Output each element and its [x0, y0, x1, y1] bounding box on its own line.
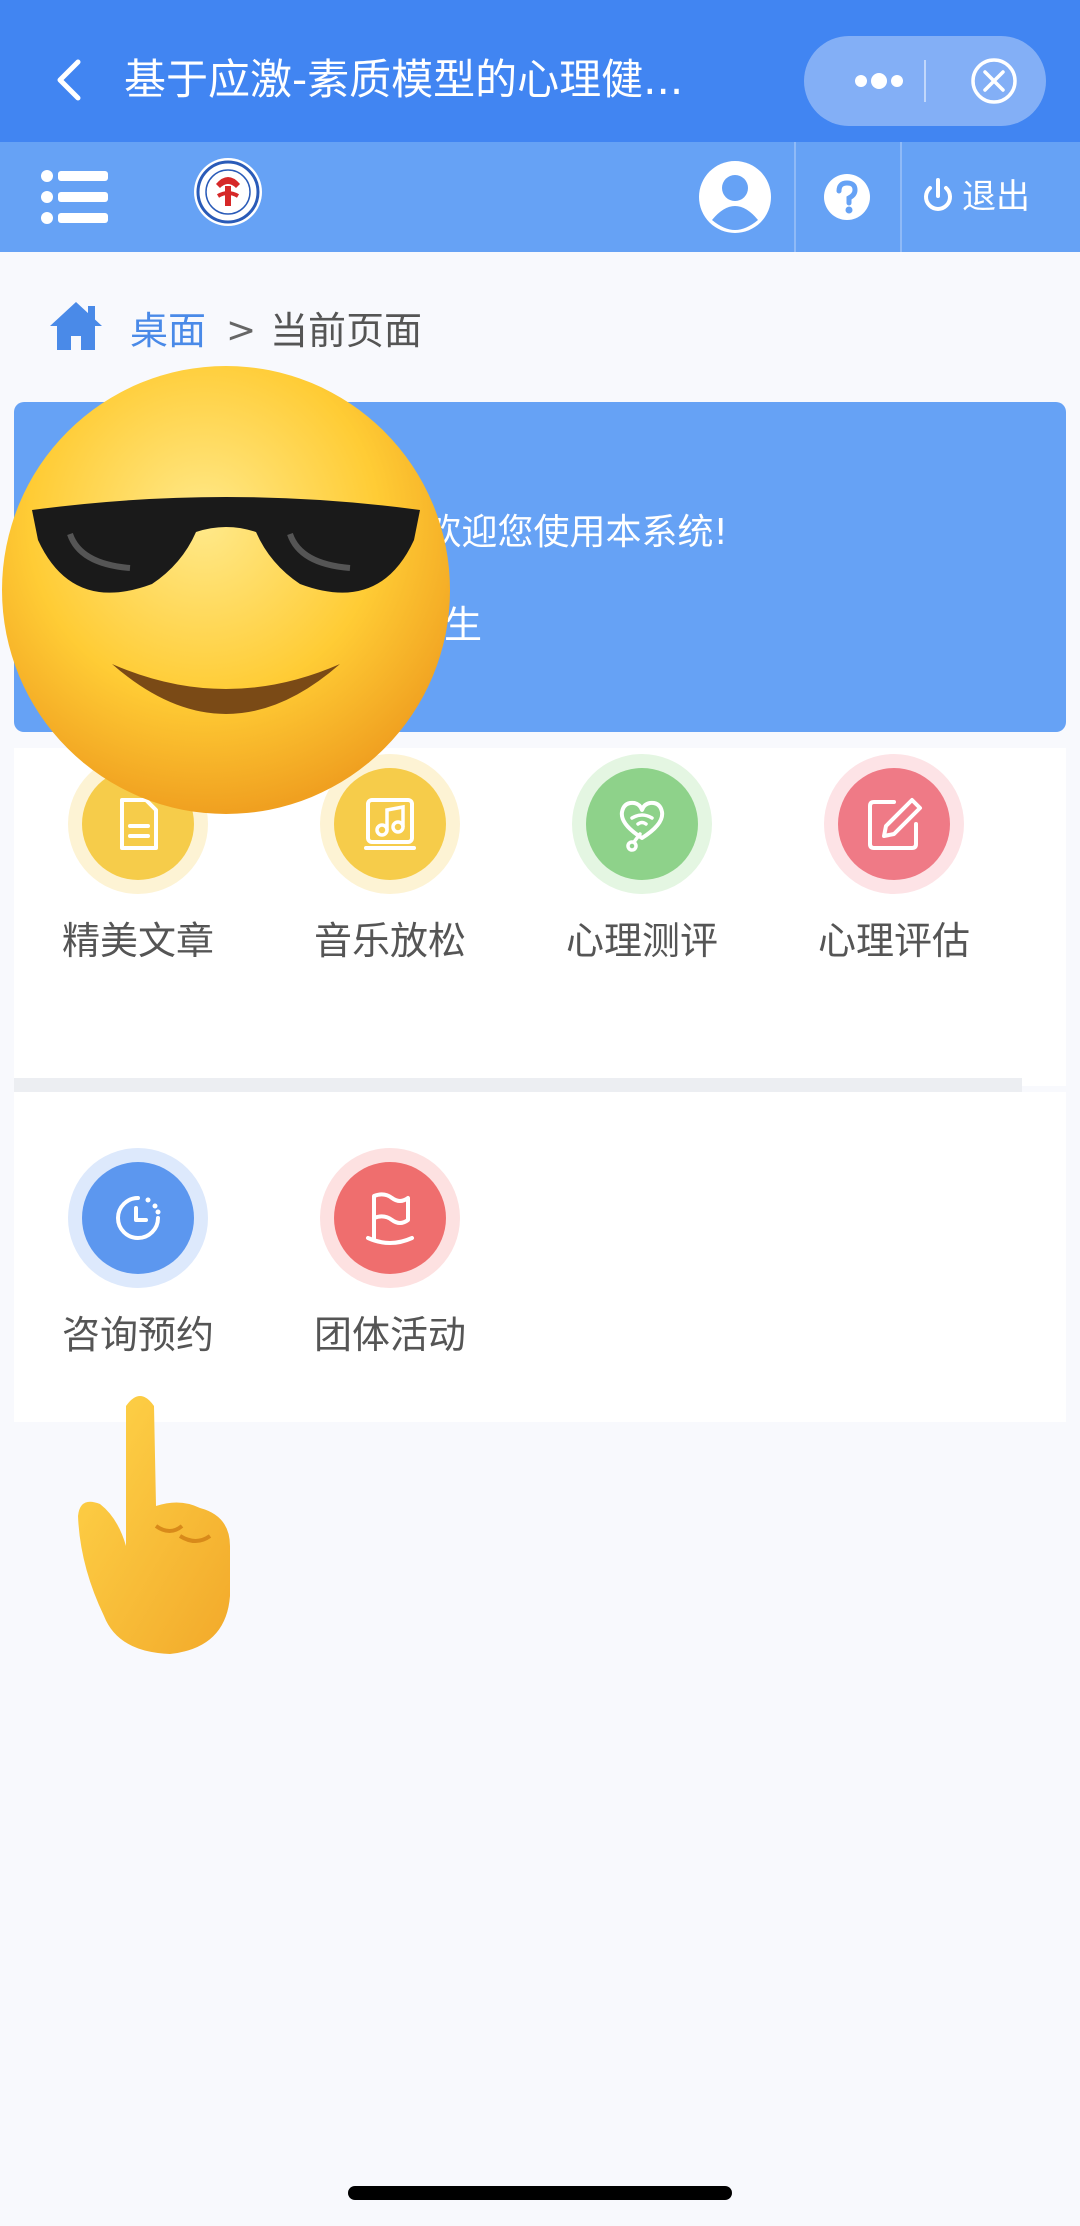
user-avatar-button[interactable]	[698, 160, 772, 234]
close-button[interactable]	[954, 36, 1034, 126]
mini-program-titlebar: 基于应激-素质模型的心理健...	[0, 0, 1080, 142]
tile-label: 咨询预约	[61, 1313, 214, 1357]
flag-icon	[366, 1192, 414, 1245]
tile-group-activity[interactable]: 团体活动	[266, 1092, 506, 1357]
tile-label: 精美文章	[61, 919, 214, 963]
page-title: 基于应激-素质模型的心理健...	[124, 55, 684, 104]
nav-bar: 退出	[0, 142, 1080, 252]
home-icon	[50, 302, 102, 350]
tile-icon-ring	[572, 754, 712, 894]
feature-grid-2: 咨询预约 团体活动	[14, 1092, 1066, 1422]
school-logo-icon	[194, 158, 262, 226]
help-question-icon	[824, 174, 870, 220]
logout-label: 退出	[962, 177, 1030, 217]
smiling-face-with-sunglasses-icon	[2, 366, 450, 814]
tile-psych-test[interactable]: 心理测评	[518, 698, 758, 963]
nav-divider	[794, 142, 796, 252]
tile-icon-ring	[68, 1148, 208, 1288]
school-logo	[192, 156, 264, 228]
home-indicator	[348, 2186, 732, 2200]
power-icon	[924, 178, 952, 211]
tile-label: 心理评估	[817, 919, 970, 963]
breadcrumb-separator: >	[226, 310, 257, 351]
more-button[interactable]	[834, 36, 954, 126]
tile-icon-ring	[320, 1148, 460, 1288]
help-button[interactable]	[822, 172, 872, 222]
nav-divider	[900, 142, 902, 252]
clock-icon	[116, 1196, 161, 1240]
circle-close-icon	[971, 58, 1017, 104]
tile-label: 团体活动	[313, 1313, 466, 1357]
chevron-left-icon	[57, 59, 81, 101]
tile-consultation[interactable]: 咨询预约	[14, 1092, 254, 1357]
welcome-message: ,欢迎您使用本系统!	[414, 512, 728, 553]
edit-icon	[868, 798, 922, 850]
breadcrumb-current: 当前页面	[270, 309, 423, 353]
tile-icon-ring	[824, 754, 964, 894]
tile-label: 音乐放松	[313, 919, 466, 963]
user-avatar-icon	[699, 161, 771, 233]
capsule-divider	[924, 60, 926, 102]
breadcrumb: 桌面 > 当前页面	[48, 292, 648, 372]
heart-stethoscope-icon	[619, 800, 665, 852]
list-menu-icon	[41, 170, 108, 224]
tile-psych-assessment[interactable]: 心理评估	[770, 698, 1010, 963]
pointing-up-hand-icon	[78, 1396, 230, 1654]
back-button[interactable]	[46, 50, 96, 110]
logout-button[interactable]: 退出	[918, 166, 1068, 228]
section-divider	[14, 1078, 1022, 1092]
more-dots-icon	[855, 73, 903, 89]
menu-button[interactable]	[40, 167, 112, 227]
tile-label: 心理测评	[565, 919, 718, 963]
breadcrumb-home-link[interactable]: 桌面	[130, 306, 206, 356]
capsule-menu	[804, 36, 1046, 126]
